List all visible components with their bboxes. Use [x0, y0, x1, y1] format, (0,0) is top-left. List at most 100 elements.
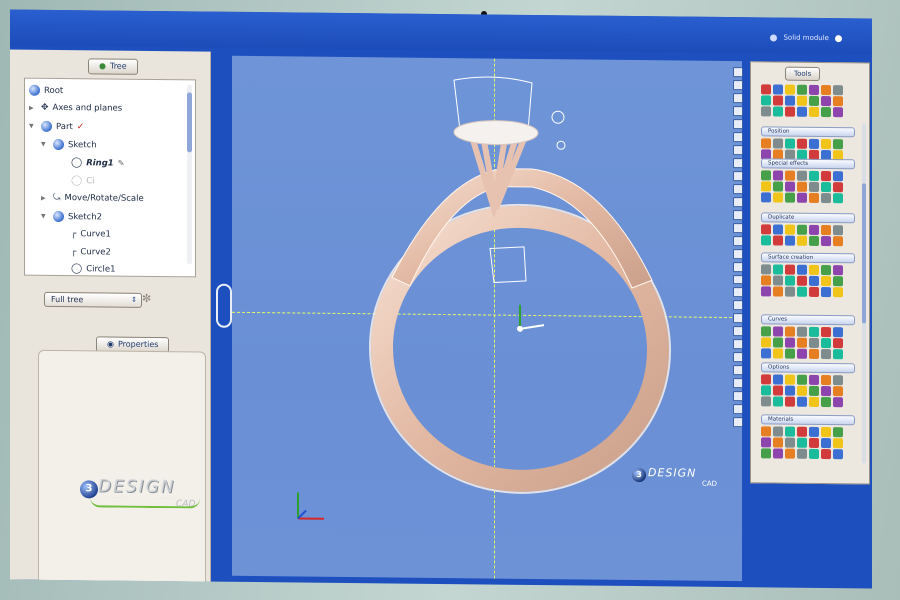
tool-icon[interactable] — [761, 396, 771, 407]
view-tool-button[interactable] — [733, 235, 743, 246]
tool-icon[interactable] — [785, 396, 795, 407]
tool-icon[interactable] — [821, 426, 831, 438]
view-tool-button[interactable] — [733, 287, 743, 298]
view-tool-button[interactable] — [733, 144, 743, 155]
tool-icon[interactable] — [761, 374, 771, 385]
view-tool-button[interactable] — [733, 131, 743, 142]
tool-icon[interactable] — [761, 95, 771, 106]
tool-icon[interactable] — [761, 192, 771, 203]
view-tool-button[interactable] — [733, 183, 743, 194]
tool-icon[interactable] — [785, 192, 795, 203]
view-tool-button[interactable] — [733, 196, 743, 207]
tree-item-curve2[interactable]: ┌ Curve2 — [71, 247, 111, 257]
tool-icon[interactable] — [833, 438, 843, 449]
tool-icon[interactable] — [797, 106, 807, 117]
tool-icon[interactable] — [833, 85, 843, 96]
tool-icon[interactable] — [773, 385, 783, 396]
tool-section-header[interactable]: Surface creation — [761, 252, 855, 264]
tool-icon[interactable] — [821, 95, 831, 107]
filter-icon[interactable]: ✼ — [142, 292, 151, 305]
tool-icon[interactable] — [809, 437, 819, 448]
tool-icon[interactable] — [809, 192, 819, 203]
tool-icon[interactable] — [821, 181, 831, 193]
tool-icon[interactable] — [773, 224, 783, 235]
view-tool-button[interactable] — [733, 67, 743, 78]
tool-icon[interactable] — [773, 264, 783, 275]
tool-icon[interactable] — [773, 106, 783, 117]
tool-icon[interactable] — [797, 192, 807, 203]
tool-icon[interactable] — [809, 396, 819, 407]
options-icon[interactable] — [835, 34, 842, 42]
tool-icon[interactable] — [785, 181, 795, 192]
tool-icon[interactable] — [821, 192, 831, 204]
tool-icon[interactable] — [821, 348, 831, 360]
tool-icon[interactable] — [821, 374, 831, 386]
tool-icon[interactable] — [809, 385, 819, 396]
tool-icon[interactable] — [809, 264, 819, 275]
tree-scrollbar[interactable] — [187, 84, 192, 265]
tool-icon[interactable] — [833, 193, 843, 204]
tool-icon[interactable] — [797, 348, 807, 359]
tool-icon[interactable] — [773, 192, 783, 203]
tool-icon[interactable] — [797, 385, 807, 396]
tool-icon[interactable] — [833, 236, 843, 247]
view-tool-button[interactable] — [733, 339, 743, 350]
tree-item-root[interactable]: Root — [29, 84, 63, 96]
tool-icon[interactable] — [773, 426, 783, 437]
tool-icon[interactable] — [761, 385, 771, 396]
tools-scroll-thumb[interactable] — [862, 183, 866, 324]
tool-icon[interactable] — [773, 396, 783, 407]
tool-icon[interactable] — [761, 275, 771, 286]
collapse-icon[interactable]: ▼ — [41, 141, 49, 148]
view-tool-button[interactable] — [733, 365, 743, 376]
tool-icon[interactable] — [809, 170, 819, 181]
tool-icon[interactable] — [797, 374, 807, 385]
tool-icon[interactable] — [761, 337, 771, 348]
tool-icon[interactable] — [785, 326, 795, 337]
tool-icon[interactable] — [833, 107, 843, 118]
tool-icon[interactable] — [797, 170, 807, 181]
tool-icon[interactable] — [833, 139, 843, 150]
tool-icon[interactable] — [833, 449, 843, 460]
tool-icon[interactable] — [761, 448, 771, 459]
tool-icon[interactable] — [833, 375, 843, 386]
tool-icon[interactable] — [821, 448, 831, 460]
tool-icon[interactable] — [797, 224, 807, 235]
tool-icon[interactable] — [761, 326, 771, 337]
view-tool-button[interactable] — [733, 391, 743, 402]
tool-icon[interactable] — [761, 348, 771, 359]
tool-icon[interactable] — [833, 386, 843, 397]
view-tool-button[interactable] — [733, 80, 743, 91]
tool-icon[interactable] — [773, 326, 783, 337]
view-tool-button[interactable] — [733, 92, 743, 104]
tool-icon[interactable] — [797, 337, 807, 348]
tool-icon[interactable] — [821, 337, 831, 349]
view-tool-button[interactable] — [733, 274, 743, 285]
collapse-icon[interactable]: ▼ — [41, 213, 49, 220]
tool-icon[interactable] — [785, 264, 795, 275]
tool-icon[interactable] — [833, 427, 843, 438]
tree-item-sketch[interactable]: ▼ Sketch — [41, 138, 97, 151]
tool-icon[interactable] — [797, 264, 807, 275]
tool-icon[interactable] — [773, 337, 783, 348]
view-tool-button[interactable] — [733, 378, 743, 389]
tool-icon[interactable] — [821, 106, 831, 118]
tool-icon[interactable] — [821, 235, 831, 247]
view-tool-button[interactable] — [733, 404, 743, 415]
tool-icon[interactable] — [785, 224, 795, 235]
tree-item-curve1[interactable]: ┌ Curve1 — [71, 229, 111, 239]
module-indicator[interactable]: Solid module — [770, 33, 842, 42]
tree-item-ci[interactable]: ◯ Ci — [71, 175, 95, 186]
tool-icon[interactable] — [785, 138, 795, 149]
tool-icon[interactable] — [761, 138, 771, 149]
tree-item-ring1[interactable]: ◯ Ring1 ✎ — [71, 157, 124, 169]
tool-icon[interactable] — [761, 437, 771, 448]
tool-icon[interactable] — [761, 84, 771, 95]
tree-item-axes[interactable]: ▶ ✥ Axes and planes — [29, 103, 122, 114]
tool-icon[interactable] — [833, 327, 843, 338]
tool-icon[interactable] — [809, 106, 819, 117]
tool-icon[interactable] — [833, 225, 843, 236]
view-tool-button[interactable] — [733, 170, 743, 181]
tool-icon[interactable] — [821, 224, 831, 236]
view-tool-button[interactable] — [733, 105, 743, 117]
